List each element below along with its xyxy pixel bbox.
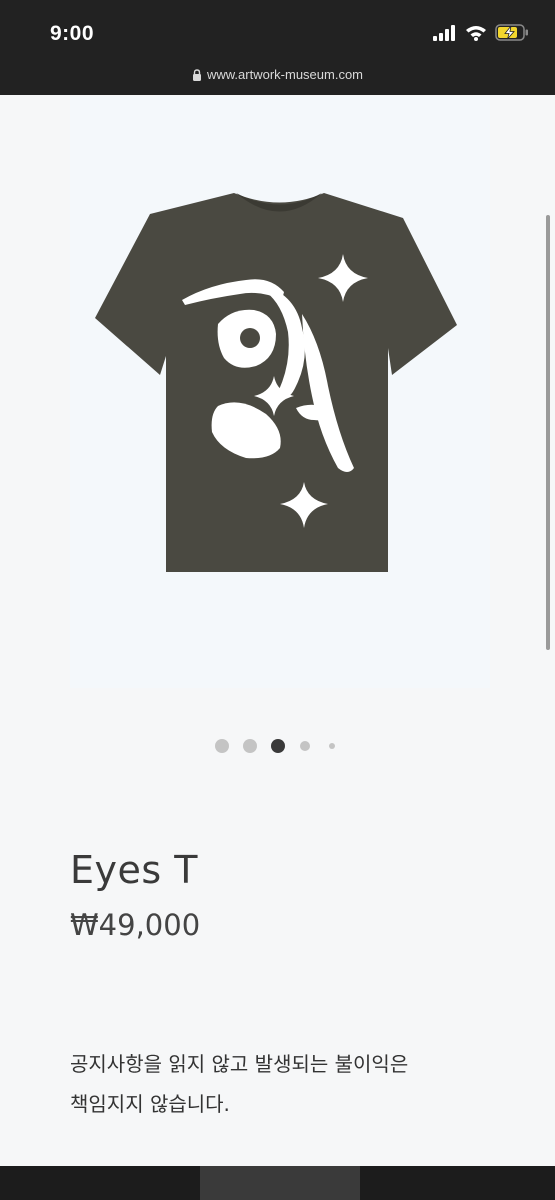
browser-top-bar: 9:00 www.artwork-museum.com bbox=[0, 0, 555, 95]
bottom-image-partial bbox=[200, 1166, 360, 1200]
lock-icon bbox=[192, 69, 201, 81]
notice-line-2: 책임지지 않습니다. bbox=[70, 1092, 230, 1116]
notice-text: 공지사항을 읽지 않고 발생되는 불이익은 책임지지 않습니다. bbox=[70, 1044, 510, 1124]
status-time: 9:00 bbox=[50, 22, 95, 45]
status-icons bbox=[433, 24, 529, 41]
wifi-icon bbox=[466, 25, 486, 41]
url-bar[interactable]: www.artwork-museum.com bbox=[0, 67, 555, 82]
page-dot-1[interactable] bbox=[215, 739, 229, 753]
product-title: Eyes T bbox=[70, 848, 198, 892]
t-shirt-photo bbox=[95, 193, 457, 572]
signal-icon bbox=[433, 24, 455, 41]
page-dot-4[interactable] bbox=[300, 741, 310, 751]
battery-charging-icon bbox=[495, 24, 528, 41]
page-dot-5[interactable] bbox=[329, 743, 335, 749]
notice-line-1: 공지사항을 읽지 않고 발생되는 불이익은 bbox=[70, 1052, 409, 1076]
scrollbar[interactable] bbox=[546, 215, 550, 650]
url-text: www.artwork-museum.com bbox=[206, 67, 364, 82]
gallery-page-indicator bbox=[0, 738, 555, 754]
product-image-gallery[interactable] bbox=[70, 96, 490, 688]
product-price: ₩49,000 bbox=[70, 908, 201, 942]
page-dot-3-active[interactable] bbox=[271, 739, 285, 753]
page-dot-2[interactable] bbox=[243, 739, 257, 753]
bottom-image-strip bbox=[0, 1166, 555, 1200]
